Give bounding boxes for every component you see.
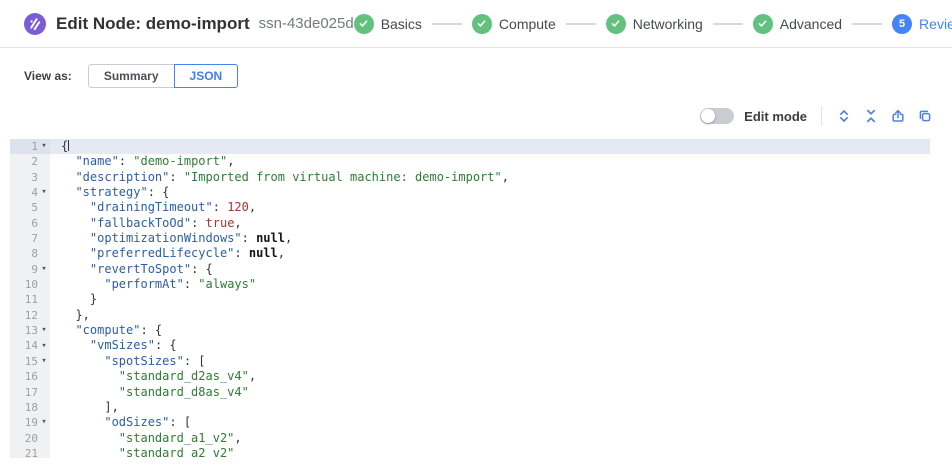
- step-networking[interactable]: Networking: [606, 14, 703, 34]
- node-id: ssn-43de025d: [259, 15, 354, 32]
- toolbar-divider: [821, 106, 822, 126]
- line-number: 1▾: [10, 139, 50, 154]
- line-number: 14▾: [10, 338, 50, 353]
- code-line[interactable]: 2 "name": "demo-import",: [10, 154, 930, 169]
- collapse-rows-icon[interactable]: [857, 105, 884, 127]
- fold-toggle-icon[interactable]: ▾: [38, 354, 50, 369]
- view-as-summary-button[interactable]: Summary: [88, 64, 175, 88]
- fold-toggle-icon[interactable]: ▾: [38, 323, 50, 338]
- fold-toggle-icon[interactable]: ▾: [38, 185, 50, 200]
- step-advanced[interactable]: Advanced: [753, 14, 842, 34]
- code-line[interactable]: 12 },: [10, 308, 930, 323]
- step-compute[interactable]: Compute: [472, 14, 556, 34]
- line-number: 15▾: [10, 354, 50, 369]
- line-number: 13▾: [10, 323, 50, 338]
- code-line[interactable]: 1▾{: [10, 139, 930, 154]
- export-icon[interactable]: [884, 105, 911, 127]
- line-number: 17: [10, 385, 50, 400]
- line-number: 12: [10, 308, 50, 323]
- view-as-toggle: SummaryJSON: [88, 64, 238, 88]
- code-line[interactable]: 10 "performAt": "always": [10, 277, 930, 292]
- step-connector: [852, 23, 882, 25]
- line-number: 20: [10, 431, 50, 446]
- line-number: 8: [10, 246, 50, 261]
- code-line[interactable]: 8 "preferredLifecycle": null,: [10, 246, 930, 261]
- code-line[interactable]: 18 ],: [10, 400, 930, 415]
- spot-logo-icon: [24, 13, 46, 35]
- code-line[interactable]: 21 "standard_a2_v2": [10, 446, 930, 458]
- view-as-row: View as: SummaryJSON: [24, 63, 952, 88]
- code-line[interactable]: 17 "standard_d8as_v4": [10, 385, 930, 400]
- line-number: 7: [10, 231, 50, 246]
- step-connector: [713, 23, 743, 25]
- check-icon: [354, 14, 374, 34]
- code-line[interactable]: 9▾ "revertToSpot": {: [10, 262, 930, 277]
- step-connector: [432, 23, 462, 25]
- header: Edit Node: demo-import ssn-43de025d Basi…: [0, 0, 952, 48]
- line-number: 19▾: [10, 415, 50, 430]
- step-label: Compute: [499, 16, 556, 32]
- line-number: 11: [10, 292, 50, 307]
- step-connector: [566, 23, 596, 25]
- page-title: Edit Node: demo-import: [56, 14, 250, 34]
- line-number: 5: [10, 200, 50, 215]
- check-icon: [606, 14, 626, 34]
- edit-mode-label: Edit mode: [744, 109, 807, 124]
- fold-toggle-icon[interactable]: ▾: [38, 415, 50, 430]
- expand-rows-icon[interactable]: [830, 105, 857, 127]
- code-line[interactable]: 7 "optimizationWindows": null,: [10, 231, 930, 246]
- view-as-json-button[interactable]: JSON: [174, 64, 239, 88]
- step-label: Networking: [633, 16, 703, 32]
- step-label: Advanced: [780, 16, 842, 32]
- step-basics[interactable]: Basics: [354, 14, 422, 34]
- line-number: 10: [10, 277, 50, 292]
- line-number: 9▾: [10, 262, 50, 277]
- editor-toolbar: Edit mode: [0, 105, 938, 127]
- step-label: Review: [919, 16, 952, 32]
- line-number: 4▾: [10, 185, 50, 200]
- code-line[interactable]: 14▾ "vmSizes": {: [10, 338, 930, 353]
- code-line[interactable]: 11 }: [10, 292, 930, 307]
- code-line[interactable]: 6 "fallbackToOd": true,: [10, 216, 930, 231]
- code-line[interactable]: 3 "description": "Imported from virtual …: [10, 170, 930, 185]
- toggle-knob: [701, 109, 715, 123]
- check-icon: [753, 14, 773, 34]
- text-cursor: [68, 140, 69, 151]
- step-number-badge: 5: [892, 14, 912, 34]
- code-line[interactable]: 20 "standard_a1_v2",: [10, 431, 930, 446]
- line-number: 3: [10, 170, 50, 185]
- fold-toggle-icon[interactable]: ▾: [38, 339, 50, 354]
- fold-toggle-icon[interactable]: ▾: [38, 139, 50, 154]
- edit-mode-toggle[interactable]: [700, 108, 734, 124]
- code-line[interactable]: 15▾ "spotSizes": [: [10, 354, 930, 369]
- step-label: Basics: [381, 16, 422, 32]
- check-icon: [472, 14, 492, 34]
- stepper: Basics Compute Networking Advanced 5 Review: [354, 14, 952, 34]
- code-line[interactable]: 13▾ "compute": {: [10, 323, 930, 338]
- code-line[interactable]: 16 "standard_d2as_v4",: [10, 369, 930, 384]
- line-number: 2: [10, 154, 50, 169]
- line-number: 18: [10, 400, 50, 415]
- step-review[interactable]: 5 Review: [892, 14, 952, 34]
- line-number: 21: [10, 446, 50, 458]
- view-as-label: View as:: [24, 69, 72, 83]
- line-number: 6: [10, 216, 50, 231]
- fold-toggle-icon[interactable]: ▾: [38, 262, 50, 277]
- json-editor[interactable]: 1▾{2 "name": "demo-import",3 "descriptio…: [10, 139, 930, 458]
- line-number: 16: [10, 369, 50, 384]
- code-line[interactable]: 5 "drainingTimeout": 120,: [10, 200, 930, 215]
- code-line[interactable]: 19▾ "odSizes": [: [10, 415, 930, 430]
- copy-icon[interactable]: [911, 105, 938, 127]
- code-line[interactable]: 4▾ "strategy": {: [10, 185, 930, 200]
